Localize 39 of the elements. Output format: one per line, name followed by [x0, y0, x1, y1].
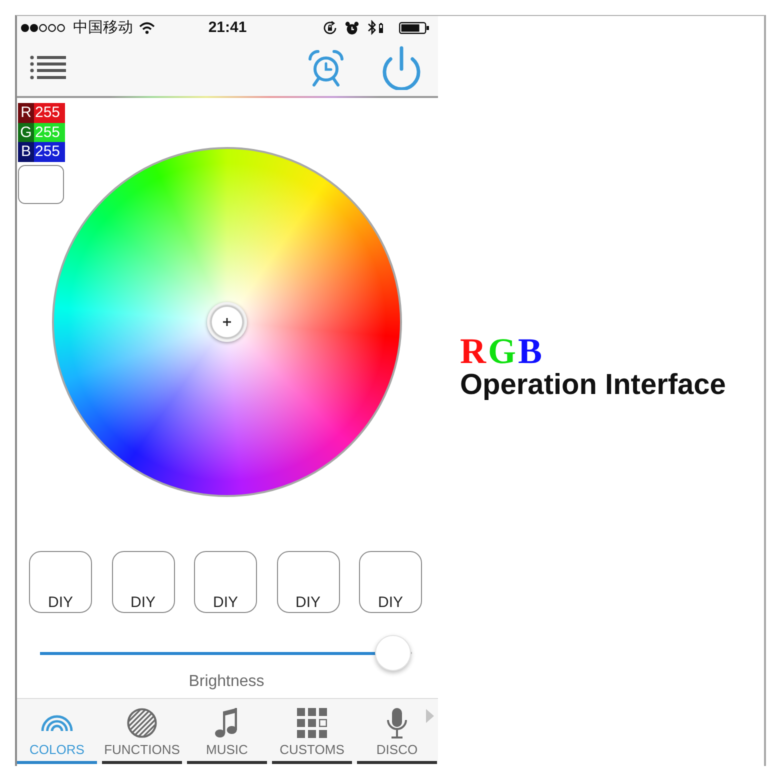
wifi-icon	[139, 22, 155, 34]
brightness-label: Brightness	[188, 672, 264, 692]
microphone-icon	[386, 708, 408, 738]
slider-thumb[interactable]	[375, 635, 412, 671]
carrier-name: 中国移动	[73, 18, 133, 36]
bluetooth-icon	[367, 20, 377, 35]
alarm-clock-icon[interactable]	[307, 48, 345, 86]
channel-label: B	[18, 142, 34, 162]
rgb-title: RGB	[460, 332, 544, 370]
channel-value: 255	[34, 122, 65, 142]
power-icon[interactable]	[380, 46, 423, 90]
tab[interactable]: FUNCTIONS	[102, 699, 182, 764]
diy-button[interactable]: DIY	[112, 551, 174, 613]
color-picker-handle[interactable]	[206, 302, 246, 342]
rainbow-icon	[41, 714, 73, 732]
diy-button[interactable]: DIY	[276, 551, 340, 613]
channel-value: 255	[34, 103, 65, 122]
music-note-icon	[215, 708, 239, 738]
channel-value: 255	[34, 142, 65, 162]
arrow-right-icon[interactable]	[426, 709, 434, 723]
alarm-clock-icon	[345, 20, 359, 34]
status-time: 21:41	[208, 19, 247, 36]
headset-battery-icon	[379, 22, 383, 32]
channel-label: G	[18, 122, 34, 142]
tab[interactable]: DISCO	[357, 699, 437, 764]
signal-strength-icon	[20, 22, 65, 32]
diy-button[interactable]: DIY	[29, 551, 92, 613]
menu-icon[interactable]	[30, 55, 66, 80]
diy-button[interactable]: DIY	[194, 551, 257, 613]
striped-circle-icon	[127, 708, 157, 738]
caption-subtitle: Operation Interface	[460, 368, 726, 402]
crosshair-icon	[222, 318, 230, 326]
diy-button[interactable]: DIY	[359, 551, 422, 613]
tab[interactable]: CUSTOMS	[272, 699, 352, 764]
tab[interactable]: MUSIC	[187, 699, 267, 764]
orientation-lock-icon	[323, 20, 337, 34]
grid-icon	[297, 708, 327, 738]
battery-icon	[399, 22, 430, 34]
channel-label: R	[18, 103, 34, 122]
